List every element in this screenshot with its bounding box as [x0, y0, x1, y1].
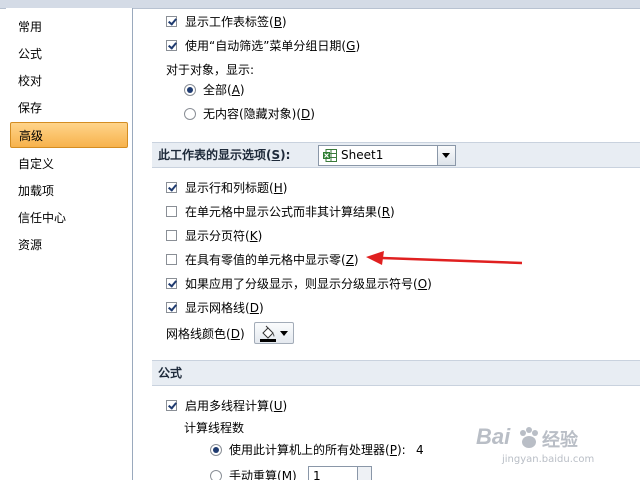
use-all-processors-label: 使用此计算机上的所有处理器(P):: [229, 443, 406, 457]
show-all-label: 全部(A): [203, 83, 245, 97]
show-formulas-checkbox[interactable]: [166, 206, 177, 217]
sidebar-item-proofing[interactable]: 校对: [10, 68, 128, 94]
sidebar-item-addins[interactable]: 加载项: [10, 178, 128, 204]
sidebar-item-advanced[interactable]: 高级: [10, 122, 128, 148]
processor-count-value: 4: [416, 443, 424, 457]
sheet-display-section-header: 此工作表的显示选项(S): Sheet1: [152, 142, 640, 168]
watermark-brand-suffix: 经验: [542, 430, 578, 451]
spin-up-icon[interactable]: [357, 467, 371, 476]
dropdown-arrow-icon[interactable]: [437, 146, 455, 165]
group-dates-label: 使用“自动筛选”菜单分组日期(G): [185, 39, 361, 53]
excel-sheet-icon: [323, 149, 337, 162]
show-formulas-label: 在单元格中显示公式而非其计算结果(R): [185, 205, 395, 219]
sidebar-item-resources[interactable]: 资源: [10, 232, 128, 258]
show-zero-label: 在具有零值的单元格中显示零(Z): [185, 253, 359, 267]
options-main-panel: 显示工作表标签(B) 使用“自动筛选”菜单分组日期(G) 对于对象，显示: 全部…: [140, 8, 640, 480]
manual-threads-radio[interactable]: [210, 470, 222, 480]
multithread-label: 启用多线程计算(U): [185, 399, 288, 413]
manual-threads-value: 1: [313, 469, 321, 480]
paw-icon: [520, 427, 538, 448]
show-gridlines-label: 显示网格线(D): [185, 301, 264, 315]
show-page-breaks-label: 显示分页符(K): [185, 229, 263, 243]
chevron-down-icon: [280, 331, 288, 336]
show-zero-checkbox[interactable]: [166, 254, 177, 265]
formula-section-title: 公式: [158, 366, 183, 380]
baidu-watermark: Bai 经验 jingyan.baidu.com: [476, 424, 626, 472]
show-all-radio[interactable]: [184, 84, 196, 96]
show-outline-symbols-label: 如果应用了分级显示，则显示分级显示符号(O): [185, 277, 432, 291]
show-sheet-tabs-label: 显示工作表标签(B): [185, 15, 287, 29]
objects-display-label: 对于对象，显示:: [166, 63, 255, 77]
sheet-display-section-title: 此工作表的显示选项(S):: [158, 148, 291, 162]
watermark-brand: Bai: [476, 424, 511, 449]
sidebar-item-trust-center[interactable]: 信任中心: [10, 205, 128, 231]
show-sheet-tabs-checkbox[interactable]: [166, 16, 177, 27]
formula-section-header: 公式: [152, 360, 640, 386]
watermark-url: jingyan.baidu.com: [502, 454, 595, 465]
sidebar-item-formulas[interactable]: 公式: [10, 41, 128, 67]
group-dates-checkbox[interactable]: [166, 40, 177, 51]
options-sidebar: 常用 公式 校对 保存 高级 自定义 加载项 信任中心 资源: [6, 8, 133, 480]
threads-count-label: 计算线程数: [184, 421, 245, 435]
multithread-checkbox[interactable]: [166, 400, 177, 411]
selected-sheet-name: Sheet1: [341, 148, 384, 162]
use-all-processors-radio[interactable]: [210, 444, 222, 456]
paint-bucket-icon: [260, 325, 276, 342]
use-all-processors-option[interactable]: 使用此计算机上的所有处理器(P): 4: [210, 440, 510, 460]
sidebar-item-customize[interactable]: 自定义: [10, 151, 128, 177]
manual-threads-label: 手动重算(M): [229, 469, 297, 480]
sheet-select-dropdown[interactable]: Sheet1: [318, 145, 456, 166]
gridline-color-button[interactable]: [254, 322, 294, 344]
annotation-arrow-icon: [366, 251, 523, 265]
show-headers-label: 显示行和列标题(H): [185, 181, 288, 195]
show-none-label: 无内容(隐藏对象)(D): [203, 107, 315, 121]
show-headers-checkbox[interactable]: [166, 182, 177, 193]
show-none-radio[interactable]: [184, 108, 196, 120]
sidebar-item-save[interactable]: 保存: [10, 95, 128, 121]
spin-down-icon[interactable]: [357, 476, 371, 480]
manual-threads-spinner[interactable]: 1: [308, 466, 372, 480]
manual-threads-option[interactable]: 手动重算(M) 1: [210, 466, 510, 480]
show-gridlines-checkbox[interactable]: [166, 302, 177, 313]
show-page-breaks-checkbox[interactable]: [166, 230, 177, 241]
gridline-color-label: 网格线颜色(D): [166, 327, 245, 341]
sidebar-item-general[interactable]: 常用: [10, 14, 128, 40]
gridline-color-row: 网格线颜色(D): [166, 322, 366, 344]
show-outline-symbols-checkbox[interactable]: [166, 278, 177, 289]
